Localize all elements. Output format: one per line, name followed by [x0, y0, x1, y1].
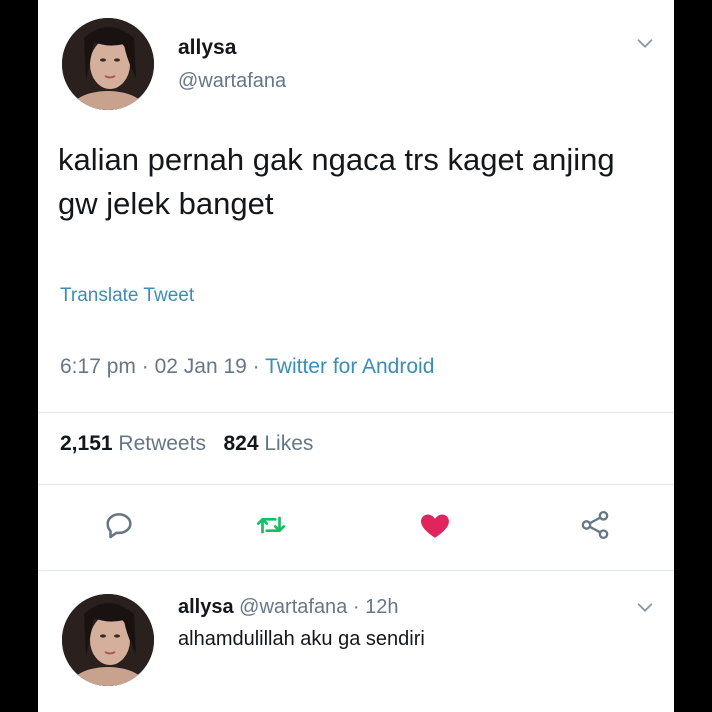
tweet-detail-screen: allysa @wartafana kalian pernah gak ngac… — [38, 0, 674, 712]
heart-icon — [421, 514, 449, 538]
share-icon — [581, 510, 609, 540]
reply-icon — [106, 513, 132, 539]
reply-button[interactable] — [102, 508, 136, 542]
tweet-text: kalian pernah gak ngaca trs kaget anjing… — [58, 142, 615, 221]
retweet-button[interactable] — [254, 508, 288, 542]
divider — [38, 412, 674, 413]
tweet-meta: 6:17 pm · 02 Jan 19 · Twitter for Androi… — [60, 355, 434, 379]
meta-separator: · — [352, 596, 360, 618]
tweet-date: 02 Jan 19 — [154, 355, 247, 378]
share-button[interactable] — [578, 508, 612, 542]
reply-text: alhamdulillah aku ga sendiri — [178, 628, 425, 650]
retweets-count: 2,151 — [60, 432, 113, 455]
meta-separator: · — [141, 355, 149, 378]
retweets-stat[interactable]: 2,151 Retweets — [60, 432, 206, 455]
retweet-icon — [256, 516, 286, 534]
tweet-source-link[interactable]: Twitter for Android — [265, 355, 434, 378]
tweet-time: 6:17 pm — [60, 355, 136, 378]
like-button[interactable] — [418, 508, 452, 542]
user-handle[interactable]: @wartafana — [178, 70, 286, 93]
avatar[interactable] — [62, 18, 154, 110]
profile-photo — [62, 594, 154, 686]
likes-count: 824 — [223, 432, 259, 455]
likes-label: Likes — [264, 432, 314, 455]
reply-avatar[interactable] — [62, 594, 154, 686]
tweet-stats: 2,151 Retweets 824 Likes — [60, 432, 313, 456]
display-name[interactable]: allysa — [178, 36, 236, 60]
reply-display-name[interactable]: allysa — [178, 596, 234, 618]
profile-photo — [62, 18, 154, 110]
reply-header: allysa @wartafana · 12h — [178, 596, 398, 619]
reply-age: 12h — [365, 596, 399, 618]
meta-separator: · — [252, 355, 260, 378]
divider — [38, 570, 674, 571]
translate-tweet-link[interactable]: Translate Tweet — [60, 285, 194, 307]
retweets-label: Retweets — [118, 432, 206, 455]
reply-handle[interactable]: @wartafana — [239, 596, 347, 618]
divider — [38, 484, 674, 485]
likes-stat[interactable]: 824 Likes — [223, 432, 313, 455]
chevron-down-icon[interactable] — [634, 596, 656, 618]
chevron-down-icon[interactable] — [634, 32, 656, 54]
